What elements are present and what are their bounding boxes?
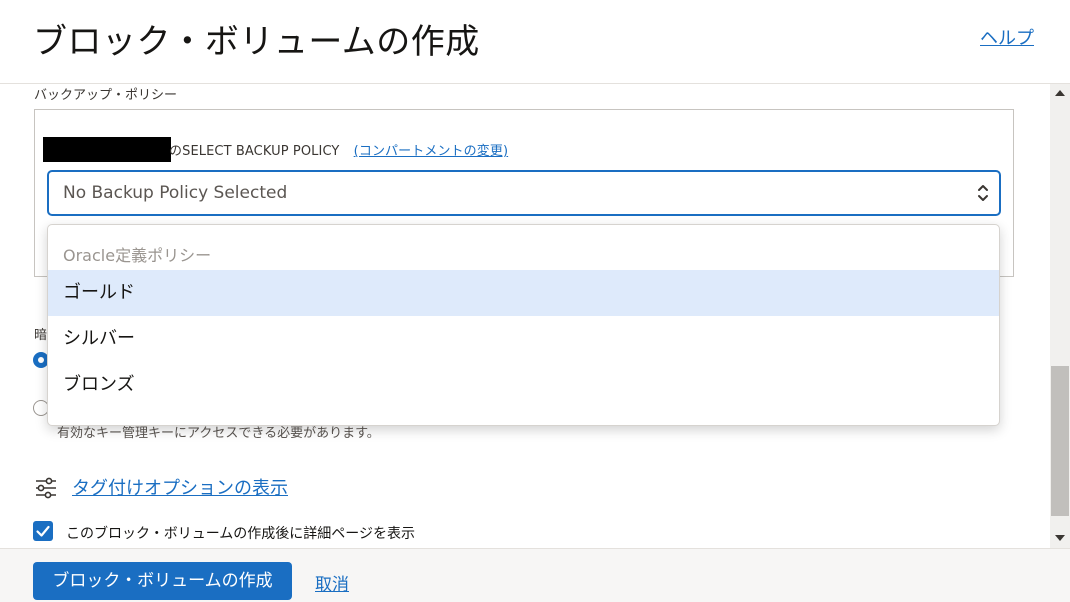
show-tagging-options-link[interactable]: タグ付けオプションの表示 <box>72 474 288 500</box>
sliders-icon <box>36 477 56 499</box>
change-compartment-link[interactable]: (コンパートメントの変更) <box>354 144 508 159</box>
view-details-checkbox[interactable] <box>33 521 53 541</box>
create-block-volume-button[interactable]: ブロック・ボリュームの作成 <box>33 562 292 600</box>
footer-bar: ブロック・ボリュームの作成 取消 <box>0 548 1070 602</box>
vertical-scrollbar[interactable] <box>1050 84 1070 548</box>
dropdown-option-gold[interactable]: ゴールド <box>48 270 999 316</box>
scroll-down-arrow-icon[interactable] <box>1055 535 1065 541</box>
page-header: ブロック・ボリュームの作成 ヘルプ <box>0 0 1070 84</box>
select-chevron-icon <box>978 185 988 201</box>
backup-policy-section-label: バックアップ・ポリシー <box>34 88 178 103</box>
redacted-compartment-name <box>43 137 171 162</box>
select-backup-policy-label: のSELECT BACKUP POLICY <box>169 144 340 159</box>
page-title: ブロック・ボリュームの作成 <box>33 22 480 62</box>
backup-policy-dropdown: Oracle定義ポリシー ゴールド シルバー ブロンズ <box>47 224 1000 426</box>
view-details-checkbox-label: このブロック・ボリュームの作成後に詳細ページを表示 <box>66 526 416 542</box>
help-link[interactable]: ヘルプ <box>980 24 1034 50</box>
backup-policy-select-value: No Backup Policy Selected <box>63 183 288 203</box>
dropdown-group-label: Oracle定義ポリシー <box>63 246 212 265</box>
cancel-link[interactable]: 取消 <box>315 570 349 595</box>
scroll-up-arrow-icon[interactable] <box>1055 90 1065 96</box>
checkmark-icon <box>36 525 50 537</box>
backup-policy-select[interactable]: No Backup Policy Selected <box>47 170 1001 216</box>
dropdown-option-bronze[interactable]: ブロンズ <box>48 362 999 408</box>
encryption-label: 暗 <box>34 328 48 343</box>
scroll-thumb[interactable] <box>1051 366 1069 516</box>
dropdown-option-silver[interactable]: シルバー <box>48 316 999 362</box>
backup-policy-heading: のSELECT BACKUP POLICY (コンパートメントの変更) <box>169 140 508 159</box>
